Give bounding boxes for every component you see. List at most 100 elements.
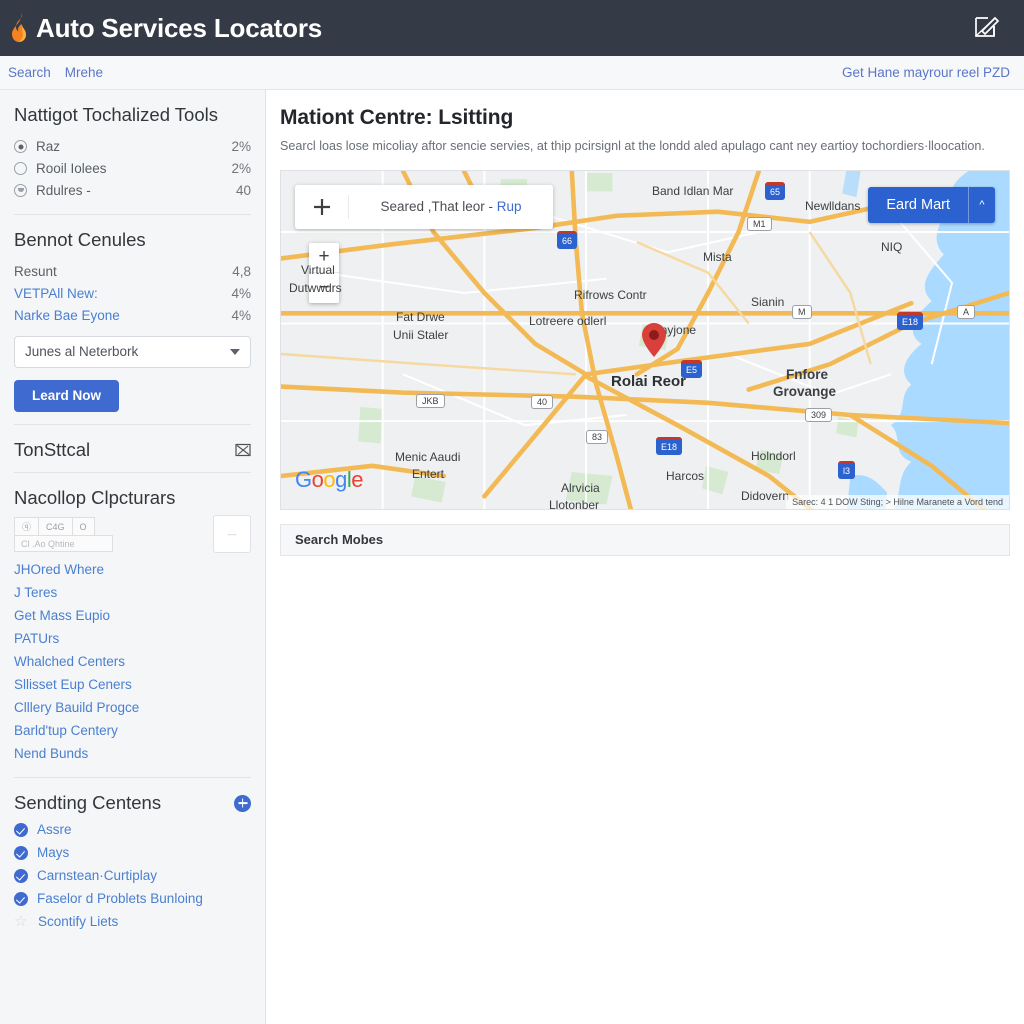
list-item[interactable]: Assre: [14, 818, 251, 841]
main-content: Mationt Centre: Lsitting Searcl loas los…: [266, 90, 1024, 1024]
chevron-up-icon[interactable]: ^: [969, 199, 995, 211]
benefit-row-narke[interactable]: Narke Bae Eyone 4%: [14, 305, 251, 327]
map-route-shield: E5: [681, 359, 703, 378]
tools-option-rdulres[interactable]: Rdulres - 40: [14, 180, 251, 202]
map-route-shield: 83: [586, 429, 609, 444]
radio-selected-icon[interactable]: [14, 140, 27, 154]
eard-mart-label: Eard Mart: [886, 196, 950, 213]
option-value: 2%: [231, 139, 251, 155]
list-item[interactable]: Faselor d Problets Bunloing: [14, 887, 251, 910]
radio-unselected-icon[interactable]: [14, 162, 27, 176]
benefit-value: 4%: [231, 308, 251, 324]
map-location-pin[interactable]: [642, 322, 666, 362]
list-item[interactable]: Clllery Bauild Progce: [14, 696, 251, 719]
list-item[interactable]: Sllisset Eup Ceners: [14, 673, 251, 696]
flame-icon: [8, 12, 34, 44]
list-item[interactable]: PATUrs: [14, 627, 251, 650]
app-root: Auto Services Locators Search Mrehe Get …: [0, 0, 1024, 1024]
zoom-out-button[interactable]: −: [309, 273, 339, 303]
app-header: Auto Services Locators: [0, 0, 1024, 56]
list-item[interactable]: ☆ Scontify Liets: [14, 910, 251, 933]
benefit-label: Resunt: [14, 264, 57, 280]
leard-now-button[interactable]: Leard Now: [14, 379, 120, 412]
map-route-shield: JKB: [416, 393, 445, 408]
map-card[interactable]: Seared ,That leor - Rup + − Eard Mart ^ …: [280, 169, 1010, 510]
map-search-label: Seared ,That leor -: [380, 199, 497, 215]
subnav-link-search[interactable]: Search: [8, 65, 51, 80]
plus-circle-icon[interactable]: [234, 794, 251, 812]
page-subtitle: Searcl loas lose micoliay aftor sencie s…: [280, 139, 985, 153]
chip-row: ⓠ C4G O: [14, 517, 113, 537]
brand-title: Auto Services Locators: [36, 13, 323, 43]
sidebar-section-links: Nacollop Clpcturars ⓠ C4G O Cl .Ao Qhtin…: [14, 473, 251, 777]
benefits-heading: Bennot Cenules: [14, 228, 146, 250]
benefit-row-vetpall[interactable]: VETPAll New: 4%: [14, 283, 251, 305]
list-item-label: Carnstean·Curtiplay: [37, 868, 158, 884]
chip-wide[interactable]: Cl .Ao Qhtine: [14, 535, 113, 553]
google-logo: Google: [295, 466, 364, 492]
map-search-text: Seared ,That leor - Rup: [349, 199, 553, 214]
tonsttcal-heading: TonSttcal: [14, 438, 91, 460]
list-item[interactable]: Whalched Centers: [14, 650, 251, 673]
map-route-shield: 65: [765, 181, 786, 200]
sub-navigation: Search Mrehe Get Hane mayrour reel PZD: [0, 56, 1024, 90]
body-split: Nattigot Tochalized Tools Raz 2% Rooil I…: [0, 90, 1024, 1024]
chip-0[interactable]: ⓠ: [14, 517, 40, 537]
list-item[interactable]: Barld'tup Centery: [14, 719, 251, 742]
map-attribution: Sarec: 4 1 DOW Sting; > Hilne Maranete a…: [786, 494, 1009, 509]
sending-head: Sendting Centens: [14, 792, 251, 814]
map-route-shield: A: [957, 304, 976, 319]
map-search-link[interactable]: Rup: [497, 199, 522, 214]
tools-option-raz[interactable]: Raz 2%: [14, 136, 251, 158]
zoom-in-button[interactable]: +: [309, 243, 339, 273]
list-item[interactable]: Nend Bunds: [14, 742, 251, 765]
chip-2[interactable]: O: [71, 517, 95, 537]
eard-mart-button[interactable]: Eard Mart ^: [868, 186, 995, 223]
chevron-down-icon: [230, 348, 240, 355]
checked-square-icon[interactable]: [235, 442, 251, 458]
list-item-label: Mays: [37, 845, 70, 861]
check-circle-icon: [14, 891, 28, 906]
map-zoom-controls[interactable]: + −: [309, 242, 339, 303]
subnav-link-mrehe[interactable]: Mrehe: [65, 65, 103, 80]
tools-option-rooil[interactable]: Rooil Iolees 2%: [14, 158, 251, 180]
map-route-shield: 66: [557, 230, 578, 249]
map-search-box[interactable]: Seared ,That leor - Rup: [295, 184, 553, 229]
benefit-label[interactable]: VETPAll New:: [14, 286, 231, 301]
search-modes-label: Search Mobes: [295, 532, 384, 548]
network-select[interactable]: Junes al Neterbork: [14, 335, 251, 368]
check-circle-icon: [14, 822, 28, 837]
option-label: Rdulres -: [36, 183, 91, 199]
subnav-right-link[interactable]: Get Hane mayrour reel PZD: [842, 65, 1010, 80]
tonsttcal-head: TonSttcal: [14, 439, 251, 461]
sidebar-section-benefits: Bennot Cenules Resunt 4,8 VETPAll New: 4…: [14, 215, 251, 424]
option-value: 2%: [231, 161, 251, 177]
benefit-value: 4,8: [232, 264, 251, 280]
list-item[interactable]: JHOred Where: [14, 558, 251, 581]
star-icon: ☆: [14, 913, 28, 931]
sidebar-section-tonsttcal: TonSttcal: [14, 425, 251, 473]
list-item[interactable]: Mays: [14, 841, 251, 864]
list-item[interactable]: Carnstean·Curtiplay: [14, 864, 251, 887]
edit-square-icon[interactable]: [972, 13, 1002, 43]
page-title: Mationt Centre: Lsitting: [280, 106, 514, 129]
map-route-shield: M1: [747, 216, 772, 231]
subnav-links: Search Mrehe: [8, 65, 103, 80]
check-circle-icon: [14, 845, 28, 860]
benefit-label[interactable]: Narke Bae Eyone: [14, 308, 231, 323]
map-route-shield: M: [792, 304, 812, 319]
plus-icon[interactable]: [295, 194, 349, 219]
chip-1[interactable]: C4G: [38, 517, 73, 537]
list-item[interactable]: J Teres: [14, 581, 251, 604]
map-route-shield: E18: [897, 311, 924, 330]
list-item-label: Assre: [37, 822, 72, 838]
network-select-value: Junes al Neterbork: [25, 344, 139, 360]
map-route-shield: 309: [805, 407, 833, 422]
search-modes-bar[interactable]: Search Mobes: [280, 523, 1010, 556]
list-item-label: Scontify Liets: [38, 914, 119, 930]
radio-partial-icon[interactable]: [14, 184, 27, 198]
thumbnail-placeholder[interactable]: —: [213, 515, 251, 554]
list-item[interactable]: Get Mass Eupio: [14, 604, 251, 627]
check-list: Assre Mays Carnstean·Curtiplay Faselor d…: [14, 818, 251, 933]
tools-heading: Nattigot Tochalized Tools: [14, 104, 218, 125]
